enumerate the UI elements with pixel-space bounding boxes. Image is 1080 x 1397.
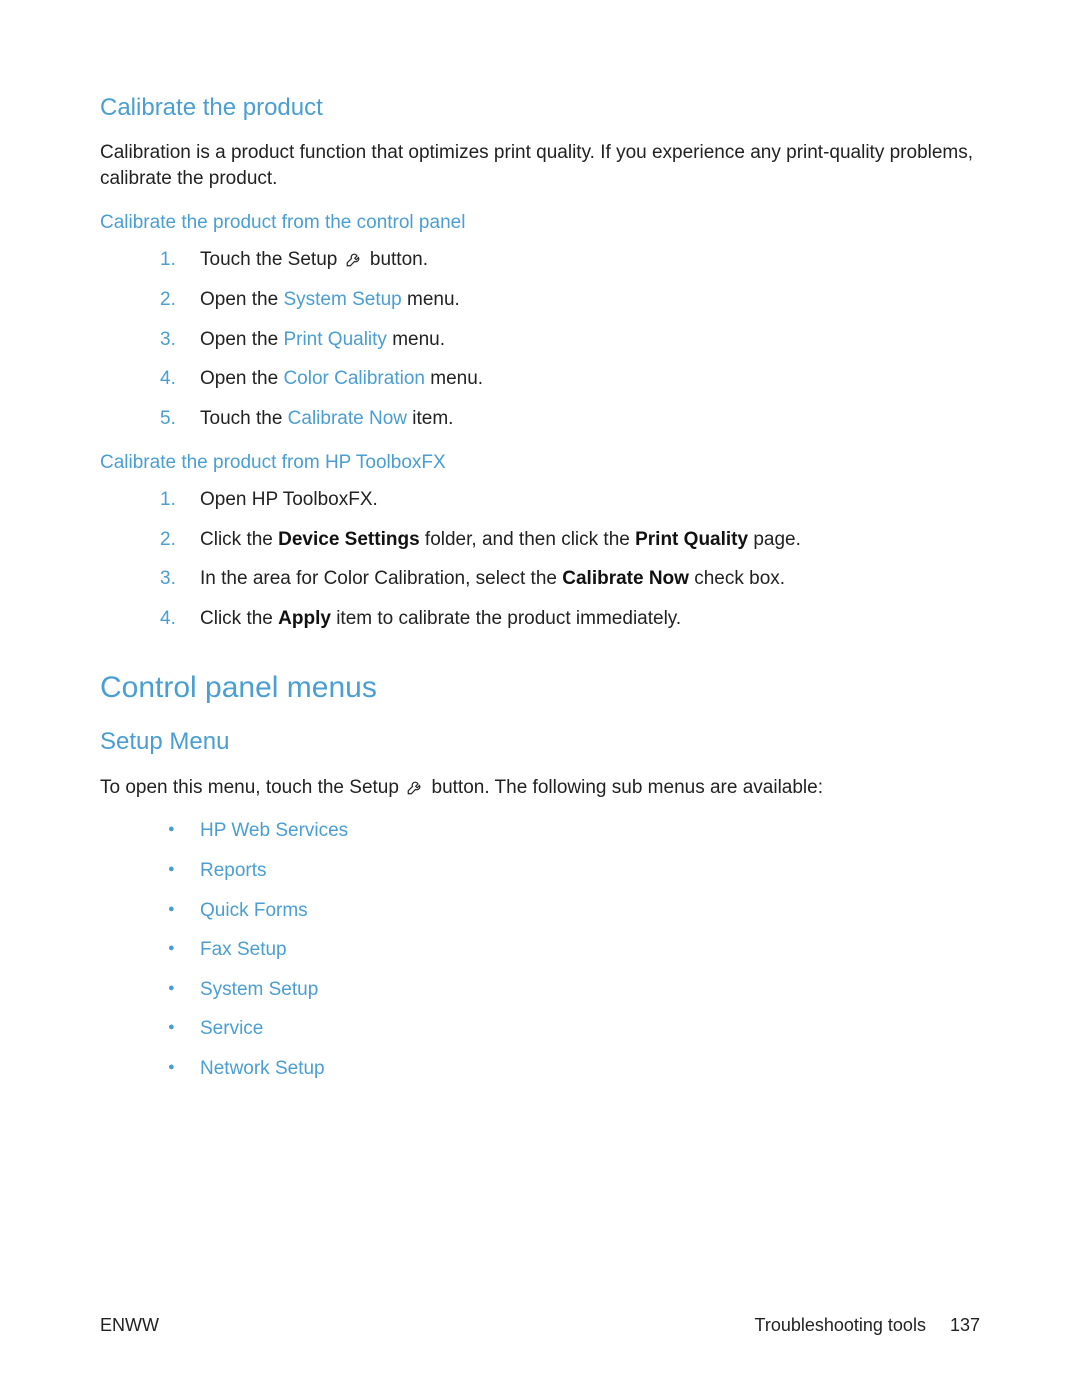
list-item: HP Web Services [160,818,980,844]
list-item: Network Setup [160,1056,980,1082]
step-text: Open the [200,329,283,350]
submenu-link: Fax Setup [200,939,287,960]
bold-calibrate-now: Calibrate Now [562,568,689,589]
submenu-link: System Setup [200,979,318,1000]
footer-section: Troubleshooting tools [755,1313,926,1337]
menu-link-calibrate-now: Calibrate Now [288,408,407,429]
footer-right: Troubleshooting tools 137 [755,1313,981,1337]
list-item: Fax Setup [160,937,980,963]
footer-left: ENWW [100,1313,159,1337]
list-item: Open HP ToolboxFX. [160,487,980,513]
step-text: menu. [425,368,483,389]
bold-apply: Apply [278,608,331,629]
document-page: Calibrate the product Calibration is a p… [0,0,1080,1397]
step-text: check box. [689,568,785,589]
wrench-icon [345,250,363,268]
step-text: menu. [387,329,445,350]
bold-device-settings: Device Settings [278,529,420,550]
menu-link-color-calibration: Color Calibration [283,368,425,389]
list-item: Click the Device Settings folder, and th… [160,527,980,553]
list-item: Open the Color Calibration menu. [160,366,980,392]
heading-calibrate-from-panel: Calibrate the product from the control p… [100,210,980,236]
page-number: 137 [950,1313,980,1337]
list-item: In the area for Color Calibration, selec… [160,566,980,592]
intro-text: button. The following sub menus are avai… [426,777,823,798]
menu-link-system-setup: System Setup [283,289,401,310]
steps-calibrate-panel: Touch the Setup button. Open the System … [160,247,980,431]
bold-print-quality: Print Quality [635,529,748,550]
step-text: menu. [402,289,460,310]
submenu-list: HP Web Services Reports Quick Forms Fax … [160,818,980,1081]
submenu-link: HP Web Services [200,820,348,841]
paragraph-setup-menu-intro: To open this menu, touch the Setup butto… [100,775,980,801]
submenu-link: Reports [200,860,267,881]
list-item: System Setup [160,977,980,1003]
wrench-icon [406,778,424,796]
list-item: Open the System Setup menu. [160,287,980,313]
step-text: item to calibrate the product immediatel… [331,608,681,629]
heading-calibrate-from-toolbox: Calibrate the product from HP ToolboxFX [100,450,980,476]
heading-setup-menu: Setup Menu [100,726,980,758]
list-item: Quick Forms [160,898,980,924]
step-text: Open the [200,289,283,310]
step-text: button. [365,249,428,270]
step-text: In the area for Color Calibration, selec… [200,568,562,589]
list-item: Touch the Setup button. [160,247,980,273]
step-text: Touch the [200,408,288,429]
step-text: Open the [200,368,283,389]
list-item: Click the Apply item to calibrate the pr… [160,606,980,632]
list-item: Service [160,1016,980,1042]
submenu-link: Service [200,1018,263,1039]
page-footer: ENWW Troubleshooting tools 137 [100,1313,980,1337]
submenu-link: Network Setup [200,1058,325,1079]
step-text: Open HP ToolboxFX. [200,489,378,510]
step-text: page. [748,529,801,550]
list-item: Touch the Calibrate Now item. [160,406,980,432]
step-text: Click the [200,529,278,550]
step-text: Click the [200,608,278,629]
list-item: Open the Print Quality menu. [160,327,980,353]
step-text: folder, and then click the [420,529,635,550]
submenu-link: Quick Forms [200,900,308,921]
steps-calibrate-toolbox: Open HP ToolboxFX. Click the Device Sett… [160,487,980,632]
step-text: Touch the Setup [200,249,343,270]
step-text: item. [407,408,453,429]
list-item: Reports [160,858,980,884]
paragraph-calibrate-intro: Calibration is a product function that o… [100,140,980,191]
intro-text: To open this menu, touch the Setup [100,777,404,798]
heading-control-panel-menus: Control panel menus [100,668,980,709]
heading-calibrate-product: Calibrate the product [100,92,980,124]
menu-link-print-quality: Print Quality [283,329,386,350]
